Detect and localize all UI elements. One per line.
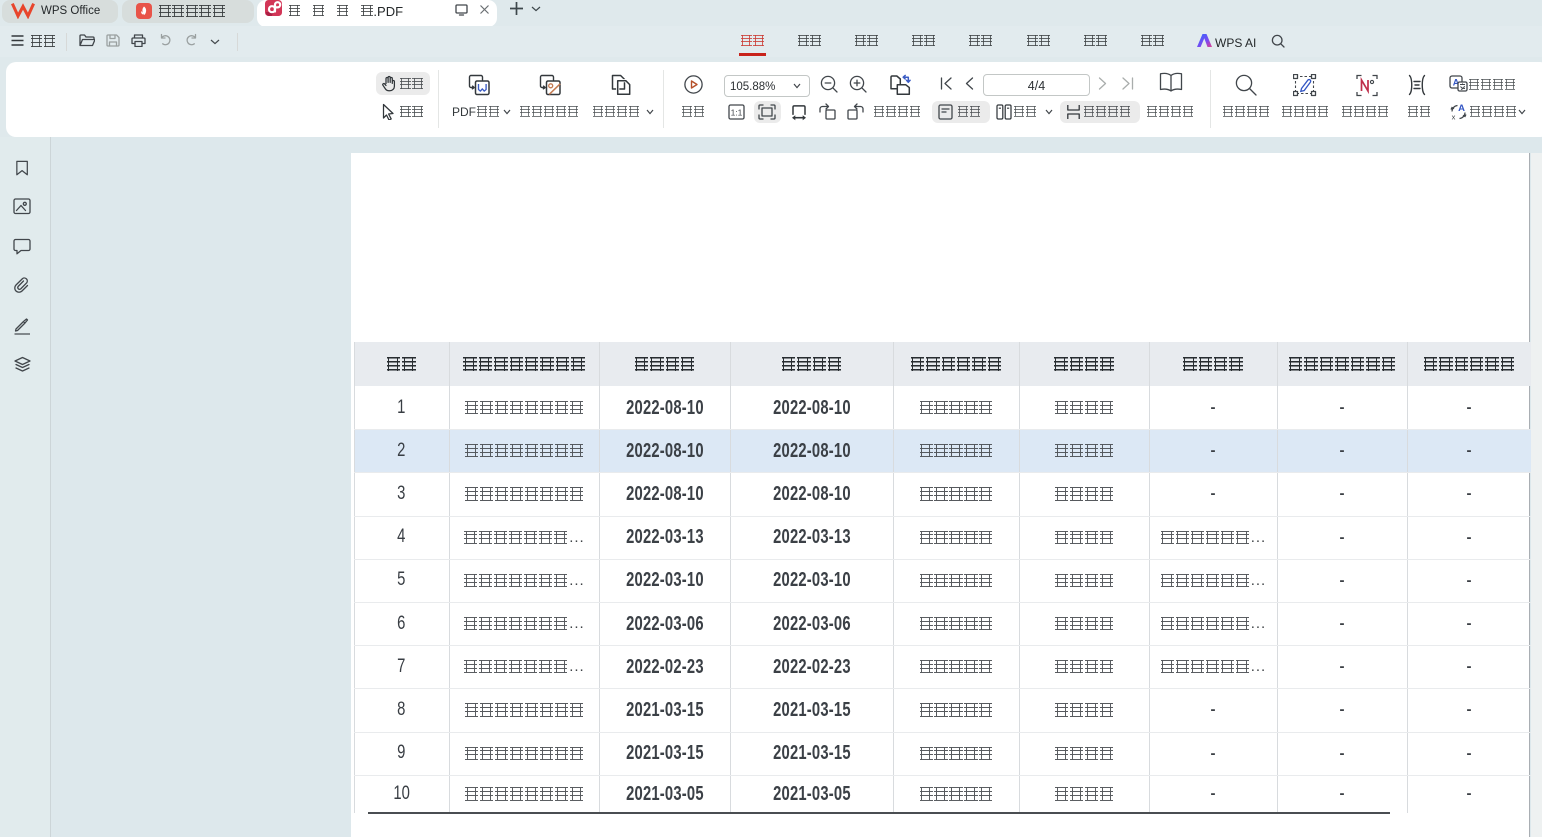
svg-text:x: x (1452, 113, 1456, 122)
svg-text:1:1: 1:1 (731, 108, 743, 118)
svg-text:A: A (1458, 103, 1465, 114)
